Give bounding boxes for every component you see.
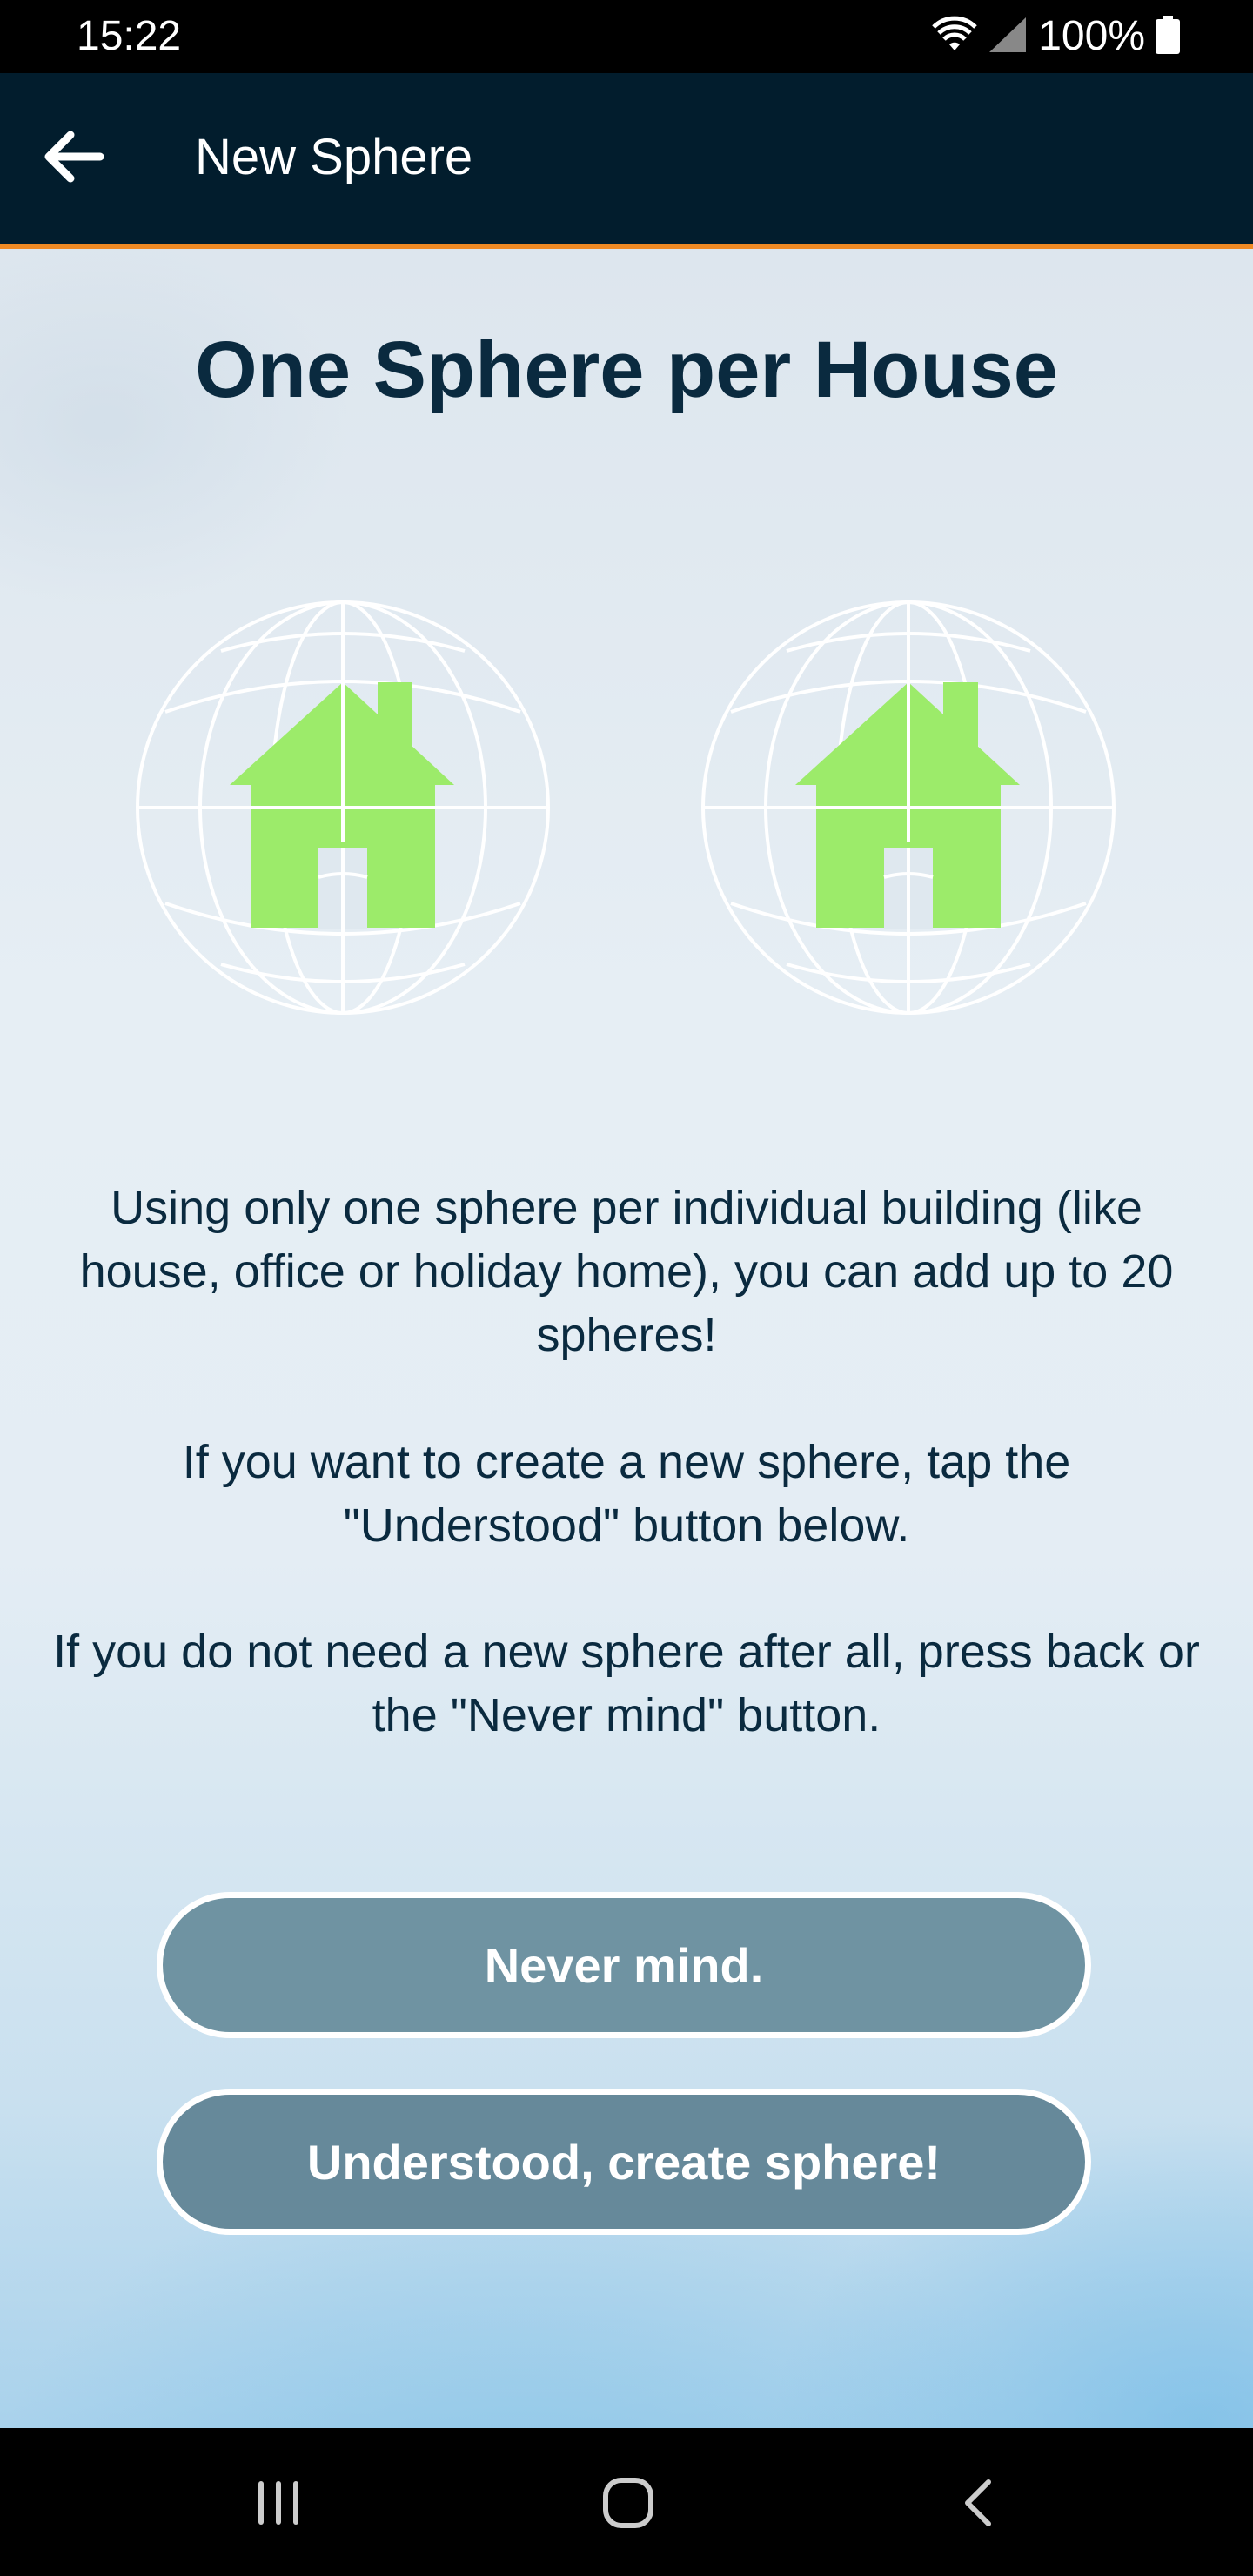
system-back-button[interactable] [926,2468,1030,2538]
status-time: 15:22 [77,13,182,59]
signal-icon [988,16,1028,58]
back-button[interactable] [31,115,115,198]
arrow-left-icon [44,131,104,183]
status-bar: 15:22 100% [0,0,1253,73]
create-sphere-button[interactable]: Understood, create sphere! [157,2089,1091,2235]
battery-percent: 100% [1038,13,1145,59]
battery-icon [1156,15,1180,58]
info-paragraph: If you do not need a new sphere after al… [53,1626,1200,1741]
page-title: New Sphere [195,129,473,185]
wifi-icon [932,16,977,58]
status-icons: 100% [932,10,1180,63]
home-button[interactable] [576,2468,680,2538]
recents-icon [258,2481,298,2525]
sphere-house-icon [700,599,1117,1016]
home-icon [603,2478,653,2528]
info-paragraph: Using only one sphere per individual bui… [79,1182,1174,1361]
headline: One Sphere per House [195,325,1058,414]
back-icon [965,2479,991,2526]
sphere-house-icon [134,599,552,1016]
info-paragraph: If you want to create a new sphere, tap … [182,1436,1071,1552]
recents-button[interactable] [226,2468,331,2538]
screen: 15:22 100% New Sphere One Sphere per Hou… [0,0,1253,2576]
never-mind-button[interactable]: Never mind. [157,1892,1091,2038]
app-bar [0,73,1253,244]
